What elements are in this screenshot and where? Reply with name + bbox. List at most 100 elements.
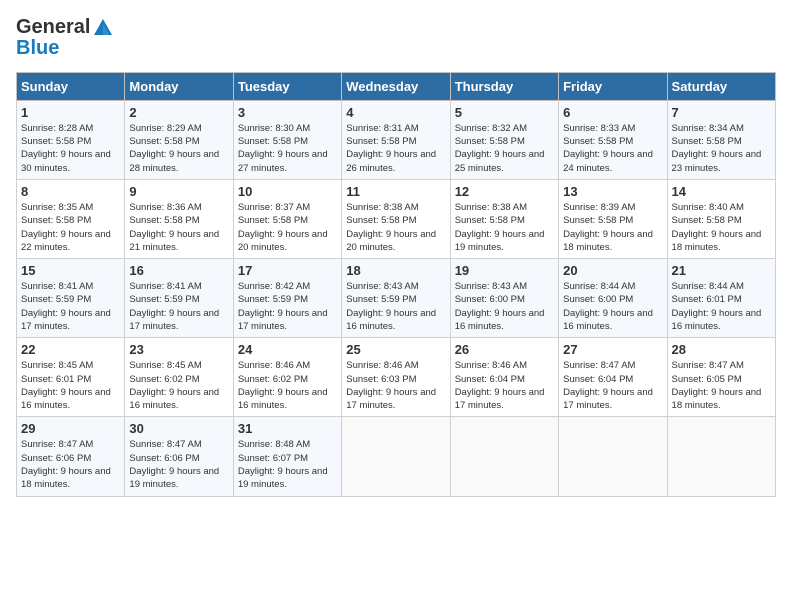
calendar-page: General Blue SundayMondayTuesdayWednesda… — [0, 0, 792, 612]
calendar-week-4: 22 Sunrise: 8:45 AMSunset: 6:01 PMDaylig… — [17, 338, 776, 417]
day-number: 14 — [672, 184, 771, 199]
day-number: 26 — [455, 342, 554, 357]
calendar-header: SundayMondayTuesdayWednesdayThursdayFrid… — [17, 72, 776, 100]
day-number: 24 — [238, 342, 337, 357]
day-number: 3 — [238, 105, 337, 120]
day-number: 6 — [563, 105, 662, 120]
calendar-cell: 17 Sunrise: 8:42 AMSunset: 5:59 PMDaylig… — [233, 259, 341, 338]
day-number: 1 — [21, 105, 120, 120]
day-detail: Sunrise: 8:45 AMSunset: 6:01 PMDaylight:… — [21, 359, 120, 412]
day-number: 4 — [346, 105, 445, 120]
day-detail: Sunrise: 8:43 AMSunset: 6:00 PMDaylight:… — [455, 280, 554, 333]
calendar-table: SundayMondayTuesdayWednesdayThursdayFrid… — [16, 72, 776, 497]
day-detail: Sunrise: 8:30 AMSunset: 5:58 PMDaylight:… — [238, 122, 337, 175]
day-detail: Sunrise: 8:41 AMSunset: 5:59 PMDaylight:… — [129, 280, 228, 333]
calendar-cell — [559, 417, 667, 496]
day-detail: Sunrise: 8:39 AMSunset: 5:58 PMDaylight:… — [563, 201, 662, 254]
day-detail: Sunrise: 8:47 AMSunset: 6:05 PMDaylight:… — [672, 359, 771, 412]
calendar-cell — [667, 417, 775, 496]
calendar-cell: 30 Sunrise: 8:47 AMSunset: 6:06 PMDaylig… — [125, 417, 233, 496]
calendar-cell: 26 Sunrise: 8:46 AMSunset: 6:04 PMDaylig… — [450, 338, 558, 417]
calendar-cell: 28 Sunrise: 8:47 AMSunset: 6:05 PMDaylig… — [667, 338, 775, 417]
day-detail: Sunrise: 8:31 AMSunset: 5:58 PMDaylight:… — [346, 122, 445, 175]
day-number: 21 — [672, 263, 771, 278]
day-detail: Sunrise: 8:33 AMSunset: 5:58 PMDaylight:… — [563, 122, 662, 175]
page-header: General Blue — [16, 16, 776, 60]
calendar-cell — [450, 417, 558, 496]
calendar-cell: 8 Sunrise: 8:35 AMSunset: 5:58 PMDayligh… — [17, 179, 125, 258]
day-number: 19 — [455, 263, 554, 278]
logo-icon — [92, 17, 114, 39]
day-number: 29 — [21, 421, 120, 436]
calendar-cell: 27 Sunrise: 8:47 AMSunset: 6:04 PMDaylig… — [559, 338, 667, 417]
calendar-cell: 22 Sunrise: 8:45 AMSunset: 6:01 PMDaylig… — [17, 338, 125, 417]
day-number: 8 — [21, 184, 120, 199]
day-detail: Sunrise: 8:34 AMSunset: 5:58 PMDaylight:… — [672, 122, 771, 175]
calendar-cell: 6 Sunrise: 8:33 AMSunset: 5:58 PMDayligh… — [559, 100, 667, 179]
calendar-cell: 15 Sunrise: 8:41 AMSunset: 5:59 PMDaylig… — [17, 259, 125, 338]
day-number: 18 — [346, 263, 445, 278]
day-number: 28 — [672, 342, 771, 357]
calendar-cell: 14 Sunrise: 8:40 AMSunset: 5:58 PMDaylig… — [667, 179, 775, 258]
day-detail: Sunrise: 8:47 AMSunset: 6:04 PMDaylight:… — [563, 359, 662, 412]
calendar-cell: 9 Sunrise: 8:36 AMSunset: 5:58 PMDayligh… — [125, 179, 233, 258]
day-detail: Sunrise: 8:38 AMSunset: 5:58 PMDaylight:… — [455, 201, 554, 254]
day-detail: Sunrise: 8:46 AMSunset: 6:04 PMDaylight:… — [455, 359, 554, 412]
day-number: 31 — [238, 421, 337, 436]
weekday-header-row: SundayMondayTuesdayWednesdayThursdayFrid… — [17, 72, 776, 100]
day-number: 22 — [21, 342, 120, 357]
weekday-header-wednesday: Wednesday — [342, 72, 450, 100]
day-number: 17 — [238, 263, 337, 278]
calendar-cell: 24 Sunrise: 8:46 AMSunset: 6:02 PMDaylig… — [233, 338, 341, 417]
logo-blue: Blue — [16, 37, 114, 60]
day-detail: Sunrise: 8:43 AMSunset: 5:59 PMDaylight:… — [346, 280, 445, 333]
day-number: 15 — [21, 263, 120, 278]
day-detail: Sunrise: 8:36 AMSunset: 5:58 PMDaylight:… — [129, 201, 228, 254]
calendar-cell: 13 Sunrise: 8:39 AMSunset: 5:58 PMDaylig… — [559, 179, 667, 258]
logo: General Blue — [16, 16, 114, 60]
calendar-cell: 19 Sunrise: 8:43 AMSunset: 6:00 PMDaylig… — [450, 259, 558, 338]
day-detail: Sunrise: 8:38 AMSunset: 5:58 PMDaylight:… — [346, 201, 445, 254]
calendar-cell: 21 Sunrise: 8:44 AMSunset: 6:01 PMDaylig… — [667, 259, 775, 338]
weekday-header-friday: Friday — [559, 72, 667, 100]
logo-general: General — [16, 16, 90, 38]
calendar-week-1: 1 Sunrise: 8:28 AMSunset: 5:58 PMDayligh… — [17, 100, 776, 179]
calendar-cell: 18 Sunrise: 8:43 AMSunset: 5:59 PMDaylig… — [342, 259, 450, 338]
day-number: 27 — [563, 342, 662, 357]
calendar-cell: 10 Sunrise: 8:37 AMSunset: 5:58 PMDaylig… — [233, 179, 341, 258]
day-number: 20 — [563, 263, 662, 278]
day-number: 9 — [129, 184, 228, 199]
day-detail: Sunrise: 8:32 AMSunset: 5:58 PMDaylight:… — [455, 122, 554, 175]
calendar-cell: 2 Sunrise: 8:29 AMSunset: 5:58 PMDayligh… — [125, 100, 233, 179]
calendar-cell: 3 Sunrise: 8:30 AMSunset: 5:58 PMDayligh… — [233, 100, 341, 179]
weekday-header-saturday: Saturday — [667, 72, 775, 100]
calendar-cell: 7 Sunrise: 8:34 AMSunset: 5:58 PMDayligh… — [667, 100, 775, 179]
calendar-cell: 25 Sunrise: 8:46 AMSunset: 6:03 PMDaylig… — [342, 338, 450, 417]
calendar-cell: 1 Sunrise: 8:28 AMSunset: 5:58 PMDayligh… — [17, 100, 125, 179]
calendar-cell: 29 Sunrise: 8:47 AMSunset: 6:06 PMDaylig… — [17, 417, 125, 496]
day-detail: Sunrise: 8:29 AMSunset: 5:58 PMDaylight:… — [129, 122, 228, 175]
calendar-cell: 20 Sunrise: 8:44 AMSunset: 6:00 PMDaylig… — [559, 259, 667, 338]
day-detail: Sunrise: 8:45 AMSunset: 6:02 PMDaylight:… — [129, 359, 228, 412]
calendar-cell: 16 Sunrise: 8:41 AMSunset: 5:59 PMDaylig… — [125, 259, 233, 338]
calendar-cell — [342, 417, 450, 496]
day-detail: Sunrise: 8:42 AMSunset: 5:59 PMDaylight:… — [238, 280, 337, 333]
weekday-header-thursday: Thursday — [450, 72, 558, 100]
day-detail: Sunrise: 8:35 AMSunset: 5:58 PMDaylight:… — [21, 201, 120, 254]
calendar-cell: 4 Sunrise: 8:31 AMSunset: 5:58 PMDayligh… — [342, 100, 450, 179]
calendar-week-3: 15 Sunrise: 8:41 AMSunset: 5:59 PMDaylig… — [17, 259, 776, 338]
logo-text: General — [16, 16, 114, 39]
day-detail: Sunrise: 8:46 AMSunset: 6:02 PMDaylight:… — [238, 359, 337, 412]
calendar-body: 1 Sunrise: 8:28 AMSunset: 5:58 PMDayligh… — [17, 100, 776, 496]
weekday-header-tuesday: Tuesday — [233, 72, 341, 100]
calendar-week-2: 8 Sunrise: 8:35 AMSunset: 5:58 PMDayligh… — [17, 179, 776, 258]
day-detail: Sunrise: 8:48 AMSunset: 6:07 PMDaylight:… — [238, 438, 337, 491]
calendar-cell: 12 Sunrise: 8:38 AMSunset: 5:58 PMDaylig… — [450, 179, 558, 258]
day-number: 30 — [129, 421, 228, 436]
day-number: 5 — [455, 105, 554, 120]
calendar-cell: 23 Sunrise: 8:45 AMSunset: 6:02 PMDaylig… — [125, 338, 233, 417]
day-number: 16 — [129, 263, 228, 278]
day-number: 2 — [129, 105, 228, 120]
day-detail: Sunrise: 8:44 AMSunset: 6:01 PMDaylight:… — [672, 280, 771, 333]
day-detail: Sunrise: 8:47 AMSunset: 6:06 PMDaylight:… — [129, 438, 228, 491]
